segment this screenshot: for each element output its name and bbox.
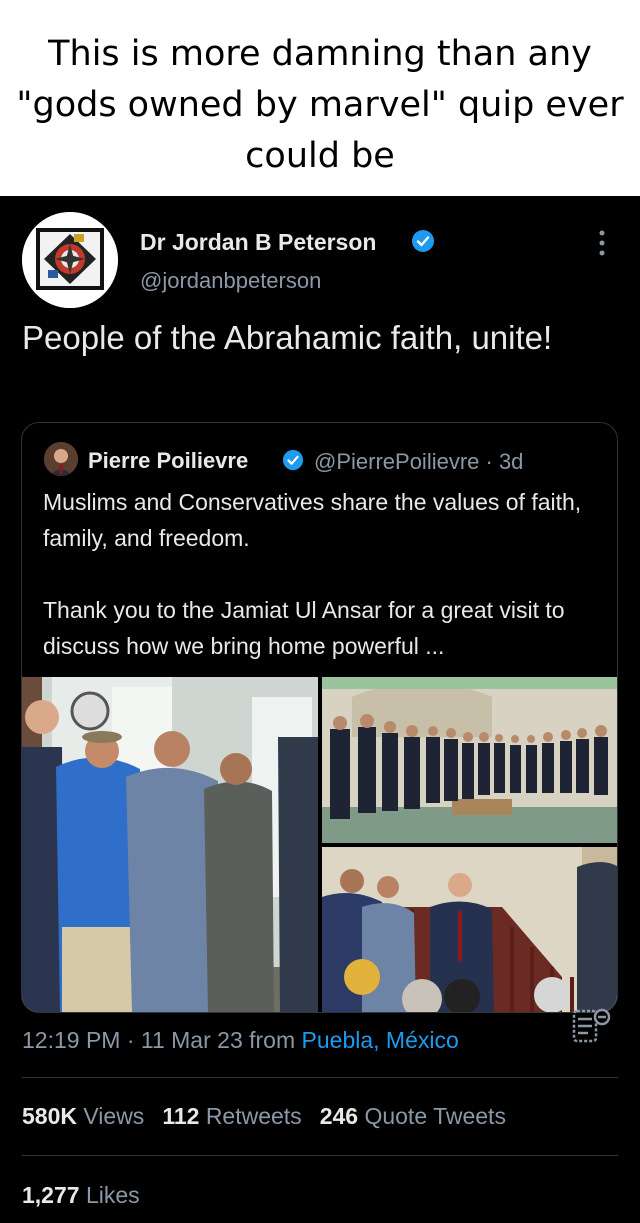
- likes-link[interactable]: 1,277 Likes: [22, 1182, 140, 1209]
- tweet-stats: 580K Views 112 Retweets 246 Quote Tweets: [22, 1103, 506, 1130]
- tweet-timestamp: 12:19 PM · 11 Mar 23 from Puebla, México: [22, 1027, 459, 1054]
- more-options-icon[interactable]: [592, 228, 612, 258]
- meme-caption: This is more damning than any "gods owne…: [0, 0, 640, 196]
- photo[interactable]: [22, 677, 318, 1012]
- verified-badge-icon: [282, 449, 304, 471]
- retweets-label: Retweets: [205, 1103, 302, 1129]
- analytics-icon[interactable]: [568, 1005, 620, 1049]
- quoted-avatar[interactable]: [44, 442, 78, 476]
- author-handle[interactable]: @jordanbpeterson: [140, 268, 321, 294]
- quoted-handle-time[interactable]: @PierrePoilievre · 3d: [314, 449, 523, 475]
- quoted-paragraph: Thank you to the Jamiat Ul Ansar for a g…: [43, 597, 565, 659]
- views-count: 580K: [22, 1103, 77, 1129]
- quoted-text: Muslims and Conservatives share the valu…: [43, 484, 603, 664]
- quote-tweets-link[interactable]: 246 Quote Tweets: [320, 1103, 506, 1129]
- photo[interactable]: [322, 677, 617, 843]
- quote-tweets-label: Quote Tweets: [364, 1103, 506, 1129]
- tweet-time[interactable]: 12:19 PM · 11 Mar 23 from: [22, 1027, 302, 1053]
- divider: [22, 1155, 618, 1156]
- verified-badge-icon: [411, 229, 435, 253]
- quoted-tweet[interactable]: Pierre Poilievre @PierrePoilievre · 3d M…: [21, 422, 618, 1013]
- author-name[interactable]: Dr Jordan B Peterson: [140, 229, 376, 256]
- photo[interactable]: [322, 847, 617, 1012]
- retweets-count: 112: [162, 1103, 200, 1129]
- author-avatar[interactable]: [22, 212, 118, 308]
- tweet-text: People of the Abrahamic faith, unite!: [22, 319, 553, 356]
- likes-label: Likes: [85, 1182, 140, 1208]
- quoted-author-name[interactable]: Pierre Poilievre: [88, 448, 248, 474]
- retweets-link[interactable]: 112 Retweets: [162, 1103, 301, 1129]
- views-label: Views: [83, 1103, 145, 1129]
- tweet-location-link[interactable]: Puebla, México: [302, 1027, 459, 1053]
- likes-count: 1,277: [22, 1182, 80, 1208]
- quote-tweets-count: 246: [319, 1103, 359, 1129]
- quoted-paragraph: Muslims and Conservatives share the valu…: [43, 489, 582, 551]
- divider: [22, 1077, 618, 1078]
